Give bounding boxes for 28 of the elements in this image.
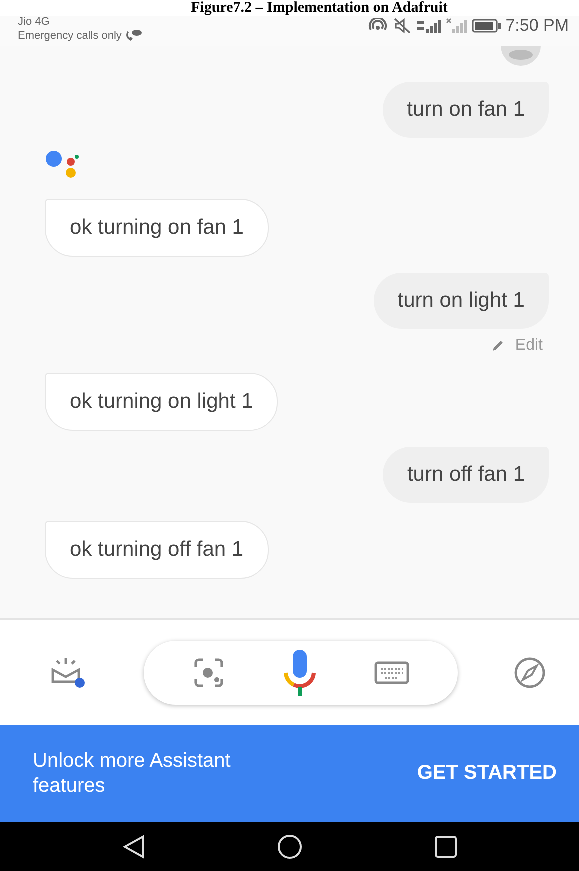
- assistant-message: ok turning off fan 1: [45, 521, 269, 579]
- home-icon[interactable]: [276, 834, 302, 860]
- assistant-message: ok turning on light 1: [45, 373, 278, 431]
- phone-icon: [124, 29, 142, 43]
- battery-icon: [472, 18, 502, 34]
- user-message: turn off fan 1: [383, 447, 549, 503]
- compass-icon[interactable]: [513, 656, 547, 690]
- assistant-message: ok turning on fan 1: [45, 199, 269, 257]
- carrier-label: Jio 4G: [18, 16, 51, 29]
- assistant-logo-icon: [45, 150, 81, 180]
- lens-icon[interactable]: [192, 656, 226, 690]
- emergency-label: Emergency calls only: [18, 30, 122, 42]
- get-started-button[interactable]: GET STARTED: [417, 756, 557, 791]
- clock-label: 7:50 PM: [506, 16, 569, 36]
- pencil-icon: [491, 339, 506, 353]
- edit-button[interactable]: Edit: [491, 337, 543, 355]
- signal-icon: [446, 18, 468, 34]
- promo-text: Unlock more Assistant features: [33, 748, 232, 798]
- mute-icon: [394, 18, 412, 34]
- user-message: turn on fan 1: [383, 82, 549, 138]
- microphone-icon[interactable]: [282, 648, 318, 696]
- figure-caption: Figure7.2 – Implementation on Adafruit: [0, 0, 579, 16]
- signal-icon: [416, 18, 442, 34]
- user-message: turn on light 1: [374, 273, 549, 329]
- avatar-icon: [501, 46, 541, 66]
- back-icon[interactable]: [120, 834, 146, 860]
- recents-icon[interactable]: [432, 834, 458, 860]
- keyboard-icon[interactable]: [374, 660, 410, 686]
